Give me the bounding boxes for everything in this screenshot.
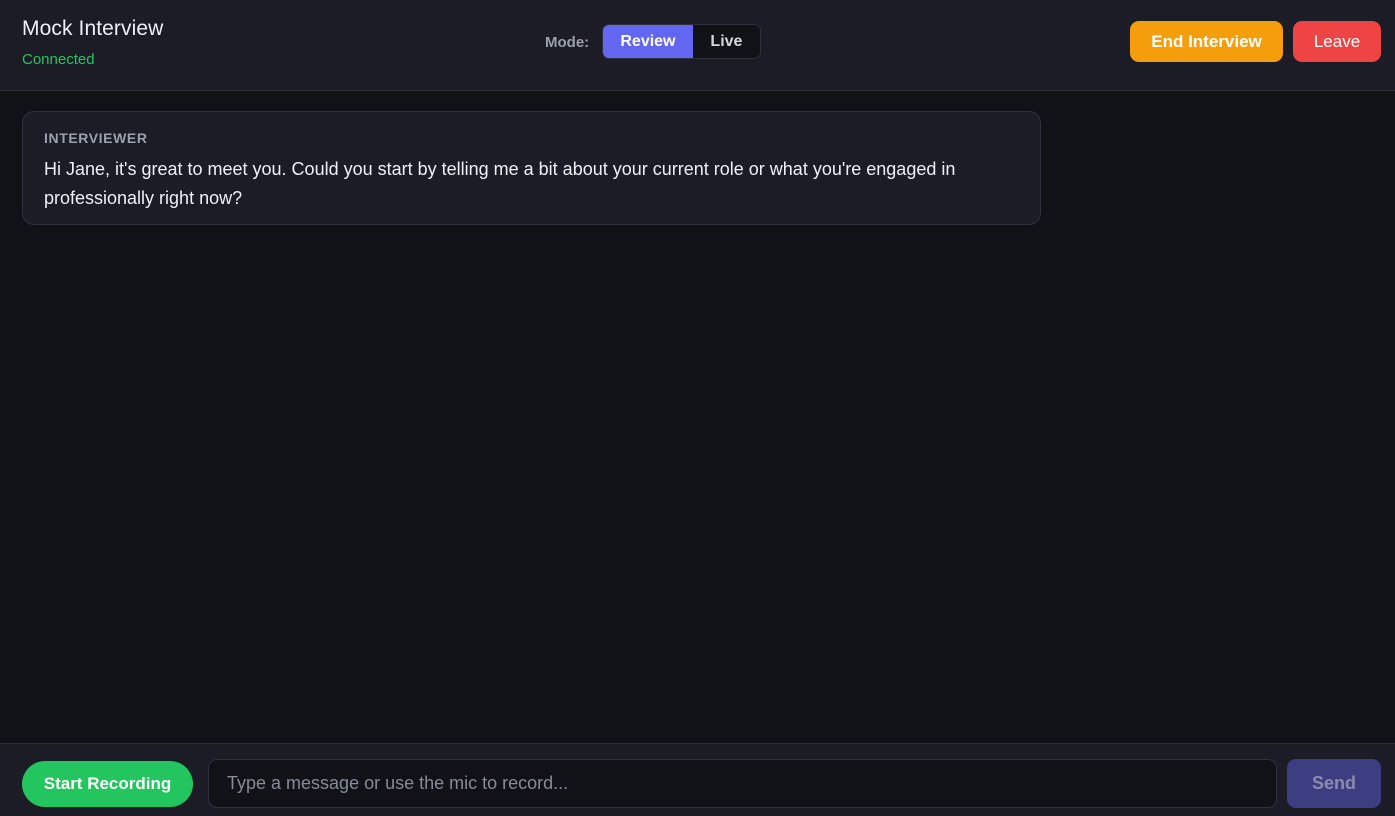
message-input[interactable] bbox=[208, 759, 1277, 808]
message-role: INTERVIEWER bbox=[44, 130, 148, 146]
page-title: Mock Interview bbox=[22, 17, 164, 40]
mock-interview-app: Mock Interview Connected Mode: Review Li… bbox=[0, 0, 1395, 816]
mode-label: Mode: bbox=[545, 34, 590, 51]
send-button[interactable]: Send bbox=[1287, 759, 1381, 808]
start-recording-button[interactable]: Start Recording bbox=[22, 761, 193, 807]
chat-message: INTERVIEWER Hi Jane, it's great to meet … bbox=[22, 111, 1041, 225]
connection-status: Connected bbox=[22, 51, 95, 68]
leave-button[interactable]: Leave bbox=[1293, 21, 1381, 62]
mode-review-button[interactable]: Review bbox=[603, 25, 693, 58]
mode-live-button[interactable]: Live bbox=[692, 25, 760, 58]
composer-bar: Start Recording Send bbox=[0, 743, 1395, 816]
header: Mock Interview Connected Mode: Review Li… bbox=[0, 0, 1395, 91]
message-text: Hi Jane, it's great to meet you. Could y… bbox=[44, 159, 956, 208]
end-interview-button[interactable]: End Interview bbox=[1130, 21, 1283, 62]
mode-toggle: Review Live bbox=[602, 24, 761, 59]
